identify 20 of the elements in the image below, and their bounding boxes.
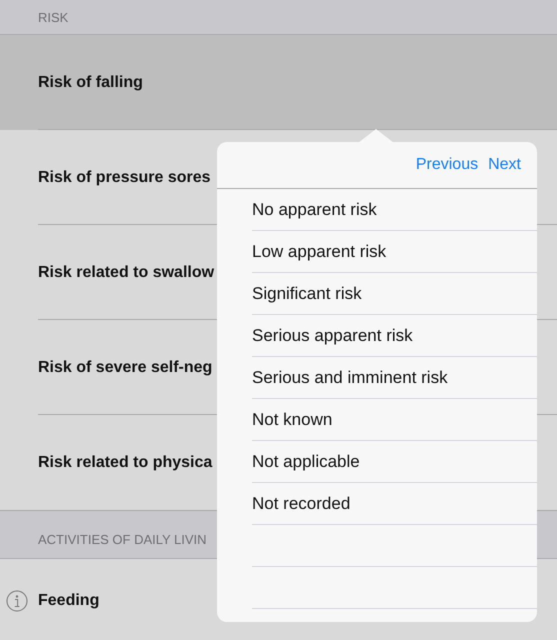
nav-button[interactable]: Next	[488, 156, 521, 174]
section-header: RISK	[38, 10, 68, 25]
nav-button[interactable]: Previous	[416, 156, 478, 174]
list-row[interactable]: Feeding	[0, 559, 557, 640]
info-icon[interactable]	[6, 590, 28, 612]
row-label: Risk related to swallow	[38, 264, 214, 282]
option-item[interactable]: Serious apparent risk	[252, 315, 537, 357]
row-label: Risk of falling	[38, 74, 143, 92]
section-header: ACTIVITIES OF DAILY LIVIN	[38, 532, 207, 547]
list-row[interactable]: Risk of falling	[0, 35, 557, 130]
option-item[interactable]: Not known	[252, 399, 537, 441]
option-item[interactable]: Serious and imminent risk	[252, 357, 537, 399]
option-item[interactable]: Low apparent risk	[252, 231, 537, 273]
option-item[interactable]: Not recorded	[252, 483, 537, 525]
option-item[interactable]: No apparent risk	[252, 189, 537, 231]
row-label: Feeding	[38, 592, 100, 610]
option-item[interactable]: Not applicable	[252, 441, 537, 483]
row-label: Risk of severe self-neg	[38, 358, 212, 376]
option-item[interactable]: Significant risk	[252, 273, 537, 315]
row-label: Risk of pressure sores	[38, 168, 211, 186]
